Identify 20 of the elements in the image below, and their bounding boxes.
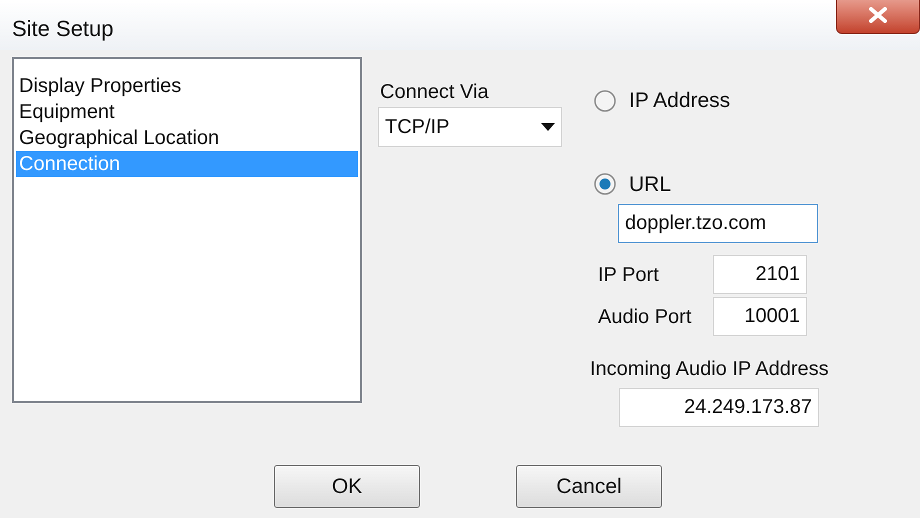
dropdown-arrow-icon xyxy=(541,123,555,131)
window-title: Site Setup xyxy=(12,15,114,43)
port-field[interactable]: 2101 xyxy=(713,255,807,294)
radio-option[interactable]: IP Address xyxy=(593,85,830,116)
field-label: Connect Via xyxy=(380,80,490,105)
close-icon xyxy=(866,6,890,24)
url-field[interactable]: doppler.tzo.com xyxy=(618,204,818,243)
field-label: Incoming Audio IP Address xyxy=(590,357,830,382)
close-button[interactable] xyxy=(836,0,920,34)
dialog-button[interactable]: Cancel xyxy=(516,465,662,508)
ip-address-field[interactable]: 24.249.173.87 xyxy=(619,388,819,427)
connect-via-dropdown[interactable]: TCP/IP xyxy=(378,107,562,147)
field-label: IP Port xyxy=(598,262,660,288)
radio-option[interactable]: URL xyxy=(593,168,830,200)
port-field[interactable]: 10001 xyxy=(713,297,807,336)
list-item[interactable]: Display Properties xyxy=(16,73,358,99)
list-item[interactable]: Equipment xyxy=(16,99,358,125)
list-item[interactable]: Geographical Location xyxy=(16,125,358,151)
dialog-button[interactable]: OK xyxy=(274,465,420,508)
field-label: Audio Port xyxy=(598,304,692,330)
